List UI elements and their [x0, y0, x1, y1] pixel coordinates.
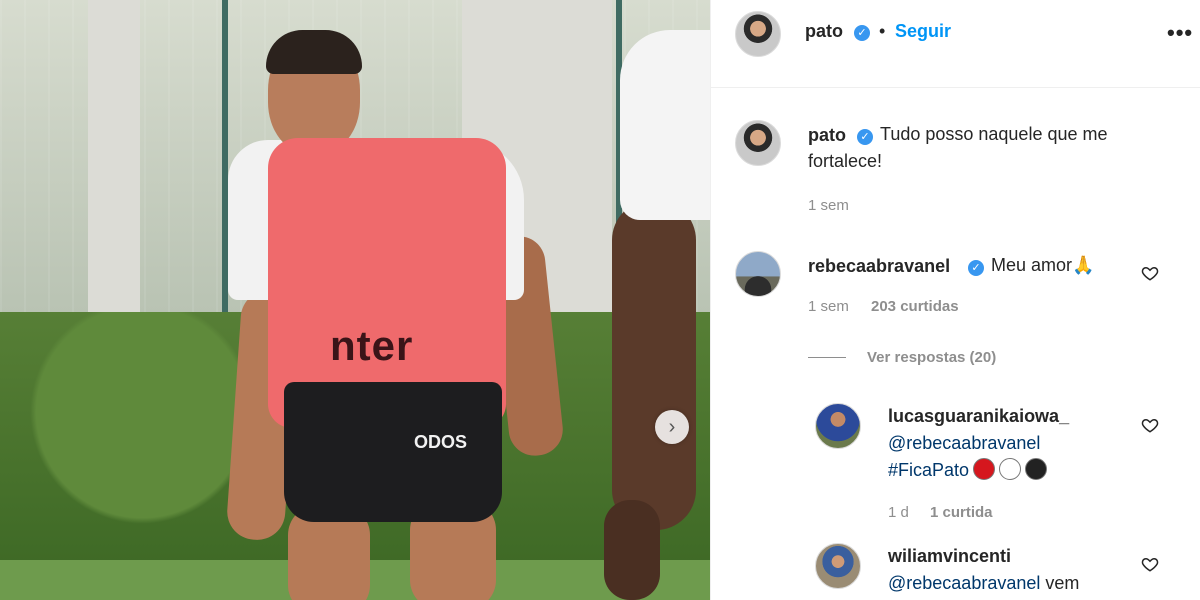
- fence-post: [88, 0, 140, 330]
- post-photo[interactable]: nter ODOS ›: [0, 0, 710, 600]
- caption-time[interactable]: 1 sem: [808, 197, 849, 214]
- comment-username[interactable]: rebecaabravanel: [808, 256, 950, 277]
- second-player-shirt: [620, 30, 710, 220]
- verified-badge-icon: ✓: [968, 260, 984, 276]
- caption-text-line2: fortalece!: [808, 151, 883, 171]
- white-circle-emoji-icon: [999, 458, 1022, 480]
- commenter-avatar[interactable]: [735, 251, 781, 297]
- shorts-text: ODOS: [414, 432, 468, 452]
- reply-mention-link[interactable]: @rebecaabravanel: [888, 573, 1040, 593]
- comment-time[interactable]: 1 sem: [808, 298, 849, 315]
- reply-mention-link[interactable]: @rebecaabravanel: [888, 430, 1040, 457]
- red-circle-emoji-icon: [973, 458, 996, 480]
- reply-avatar[interactable]: [815, 543, 861, 589]
- verified-badge-icon: ✓: [857, 129, 873, 145]
- more-options-icon[interactable]: •••: [1167, 20, 1193, 46]
- reply-hashtag-link[interactable]: #FicaPato: [888, 460, 969, 480]
- reply-username[interactable]: wiliamvincenti: [888, 546, 1011, 567]
- player-shorts: [284, 382, 502, 522]
- reply-hashtag-line: #FicaPato: [888, 457, 1048, 484]
- author-username[interactable]: pato: [805, 21, 843, 42]
- second-player-arm: [612, 200, 696, 530]
- reply-likes[interactable]: 1 curtida: [930, 504, 993, 521]
- follow-button[interactable]: Seguir: [895, 21, 951, 42]
- chevron-right-icon: ›: [668, 415, 676, 438]
- comment-text: Meu amor🙏: [991, 255, 1095, 275]
- reply-text: vem: [1045, 573, 1080, 593]
- post-side-panel: pato ✓ • Seguir ••• pato ✓ Tudo posso na…: [710, 0, 1200, 600]
- black-circle-emoji-icon: [1025, 458, 1048, 480]
- author-avatar[interactable]: [735, 11, 781, 57]
- caption-avatar[interactable]: [735, 120, 781, 166]
- reply-time[interactable]: 1 d: [888, 504, 909, 521]
- like-reply-heart-icon[interactable]: [1141, 416, 1159, 434]
- caption-username[interactable]: pato: [808, 125, 846, 146]
- second-player-hand: [604, 500, 660, 600]
- reply-text-line: @rebecaabravanel vem: [888, 570, 1079, 597]
- reply-username[interactable]: lucasguaranikaiowa_: [888, 406, 1069, 427]
- caption-text-line1: Tudo posso naquele que me: [880, 124, 1108, 144]
- reply-avatar[interactable]: [815, 403, 861, 449]
- next-photo-button[interactable]: ›: [655, 410, 689, 444]
- post-header: pato ✓ • Seguir •••: [711, 0, 1200, 88]
- view-replies-button[interactable]: Ver respostas (20): [867, 349, 996, 366]
- bib-sponsor-text: nter: [330, 322, 414, 369]
- comment-likes[interactable]: 203 curtidas: [871, 298, 959, 315]
- like-reply-heart-icon[interactable]: [1141, 555, 1159, 573]
- replies-divider: [808, 357, 846, 358]
- verified-badge-icon: ✓: [854, 25, 870, 41]
- player-hair: [266, 30, 362, 74]
- like-comment-heart-icon[interactable]: [1141, 264, 1159, 282]
- separator-dot: •: [879, 21, 886, 41]
